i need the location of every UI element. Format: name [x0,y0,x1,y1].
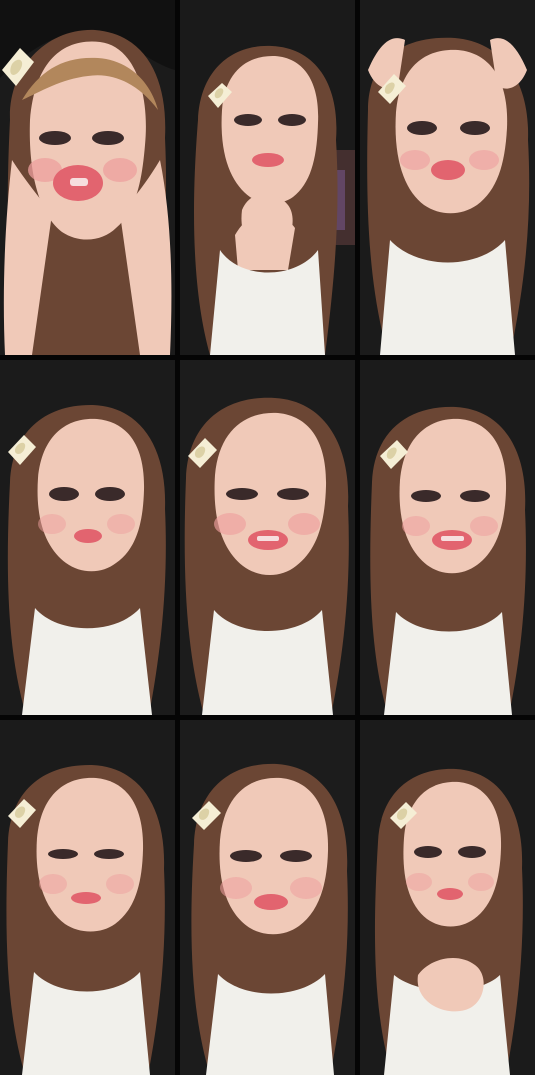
photo-tile-5 [180,360,355,715]
portrait-illustration-4 [0,360,175,715]
photo-tile-2 [180,0,355,355]
photo-tile-3 [360,0,535,355]
portrait-illustration-5 [180,360,355,715]
photo-grid [0,0,535,1075]
photo-tile-6 [360,360,535,715]
portrait-illustration-6 [360,360,535,715]
portrait-illustration-7 [0,720,175,1075]
portrait-illustration-8 [180,720,355,1075]
portrait-illustration-1 [0,0,175,355]
photo-tile-7 [0,720,175,1075]
photo-tile-8 [180,720,355,1075]
photo-tile-1 [0,0,175,355]
photo-tile-9 [360,720,535,1075]
photo-tile-4 [0,360,175,715]
portrait-illustration-3 [360,0,535,355]
portrait-illustration-9 [360,720,535,1075]
portrait-illustration-2 [180,0,355,355]
